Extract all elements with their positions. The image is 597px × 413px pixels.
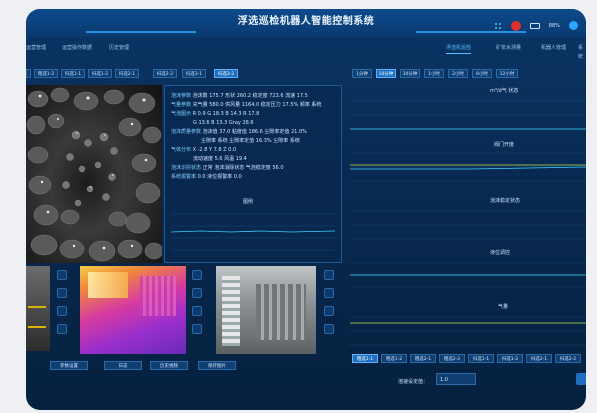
setting-label: 泡速设定值：: [398, 379, 429, 385]
alert-icon[interactable]: [510, 20, 521, 31]
bottom-tab-7[interactable]: 扫选2-2: [555, 354, 581, 363]
nav-tab-robot[interactable]: 机器人管理: [541, 44, 566, 53]
time-tab-1[interactable]: 10分钟: [376, 69, 396, 78]
cam-tab-6[interactable]: 扫选3-2: [214, 69, 238, 78]
plant-camera-view[interactable]: [216, 266, 316, 354]
param-row: 系统报警率 0.0 液位报警率 0.0: [171, 174, 242, 180]
nav-left-0[interactable]: 运营管理: [26, 44, 46, 53]
param-row: G 13.6 B 13.3 Gray 28.6: [193, 120, 254, 126]
camera-icon[interactable]: [192, 306, 202, 316]
confirm-button[interactable]: [576, 373, 586, 385]
time-tab-5[interactable]: 6小时: [472, 69, 492, 78]
param-row: 泡沫识别状态 正常 泡沫消除状态 气泡稳定度 56.0: [171, 165, 284, 171]
grid-icon[interactable]: [493, 21, 502, 30]
mini-chart-label: 图例: [243, 199, 254, 205]
nav-tab-system[interactable]: 系统: [578, 44, 586, 60]
cam-tab-0[interactable]: 粗选1-2: [34, 69, 58, 78]
record-icon[interactable]: [324, 324, 334, 334]
history-video-button[interactable]: 历史视频: [150, 361, 188, 370]
header-bar: 浮选巡检机器人智能控制系统 88%: [26, 9, 586, 37]
play-icon[interactable]: [192, 270, 202, 280]
bottom-tab-3[interactable]: 粗选2-2: [439, 354, 465, 363]
nav-left-1[interactable]: 运营操作数据: [62, 44, 92, 53]
bottom-tab-1[interactable]: 粗选1-2: [381, 354, 407, 363]
series-blue: [350, 166, 586, 170]
save-image-button[interactable]: 保存图片: [198, 361, 236, 370]
heat-columns: [140, 276, 176, 316]
camera-view-1[interactable]: [26, 266, 50, 351]
nav-tab-inspection[interactable]: 浮选机巡检: [446, 44, 472, 54]
zoom-icon[interactable]: [192, 288, 202, 298]
foam-bubbles: [26, 87, 162, 262]
trend-chart-2: [350, 210, 586, 240]
trend-chart-4: [350, 316, 586, 346]
time-tab-3[interactable]: 1小时: [424, 69, 444, 78]
camera-icon[interactable]: [324, 306, 334, 316]
setting-value: 1.0: [440, 377, 448, 383]
cam-tab-4[interactable]: 扫选2-2: [153, 69, 177, 78]
setting-input[interactable]: 1.0: [436, 373, 476, 385]
param-row: 气泡图示 R 0.9 G 18.3 B 14.3 R 17.8: [171, 111, 260, 117]
chart-title-0: m³/d气 状态: [490, 88, 519, 94]
nav-left-2[interactable]: 历史管理: [109, 44, 129, 53]
status-area: 88%: [490, 15, 578, 34]
cam-tab-1[interactable]: 扫选1-1: [61, 69, 85, 78]
param-rows: 泡沫参数 泡沫数 175.7 形状 260.2 稳定度 723.6 流速 17.…: [171, 92, 321, 182]
cam-tab-2[interactable]: 扫选1-2: [88, 69, 112, 78]
time-tab-6[interactable]: 12小时: [496, 69, 518, 78]
user-icon[interactable]: [569, 21, 578, 30]
play-icon[interactable]: [324, 270, 334, 280]
param-row: 流动速度 5.6 风温 19.4: [193, 156, 247, 162]
cam-tab-5[interactable]: 扫选3-1: [182, 69, 206, 78]
chart-title-2: 泡沫稳定状态: [490, 198, 521, 204]
cam3-side-tools: [318, 266, 342, 351]
nav-tab-slurry[interactable]: 矿浆水测量: [496, 44, 521, 53]
bottom-tab-4[interactable]: 扫选1-1: [468, 354, 494, 363]
play-icon[interactable]: [57, 270, 67, 280]
mini-chart: [171, 213, 335, 251]
time-tab-0[interactable]: 1分钟: [352, 69, 372, 78]
cam1-side-tools: [53, 266, 73, 351]
foam-camera-view[interactable]: [26, 85, 162, 263]
parameter-panel: 泡沫参数 泡沫数 175.7 形状 260.2 稳定度 723.6 流速 17.…: [164, 85, 342, 263]
param-row: 气体分布 X -2.8 Y 7.8 Z 0.0: [171, 147, 237, 153]
record-icon[interactable]: [192, 324, 202, 334]
cam2-side-tools: [188, 266, 208, 351]
time-tab-4[interactable]: 2小时: [448, 69, 468, 78]
thermal-camera-view[interactable]: [80, 266, 186, 354]
record-icon[interactable]: [57, 324, 67, 334]
chart-title-4: 气量: [498, 304, 509, 310]
param-row: 泡沫质量参数 泡沫值 37.0 粘度值 186.6 尘隙率定值 21.0%: [171, 129, 307, 135]
chart-title-3: 液位调控: [490, 250, 511, 256]
rail-stripe: [28, 306, 46, 308]
param-row: 泡沫参数 泡沫数 175.7 形状 260.2 稳定度 723.6 流速 17.…: [171, 93, 308, 99]
params-setting-button[interactable]: 参数设置: [50, 361, 88, 370]
battery-text: 88%: [548, 22, 560, 29]
trend-chart-0: [350, 100, 586, 130]
time-tab-2[interactable]: 30分钟: [400, 69, 420, 78]
hot-zone: [88, 272, 128, 298]
battery-icon: [529, 22, 540, 29]
log-button[interactable]: 日志: [104, 361, 142, 370]
machine-frame: [222, 276, 240, 346]
bottom-tab-0[interactable]: 粗选1-1: [352, 354, 378, 363]
trend-chart-3: [350, 262, 586, 288]
bottom-tab-2[interactable]: 粗选2-1: [410, 354, 436, 363]
trend-chart-1: [350, 152, 586, 182]
machine-body: [256, 284, 306, 340]
param-row: 尘隙率 系统 尘隙率定值 16.3% 尘隙率 系统: [201, 138, 300, 144]
param-row: 气量参数 充气量 580.0 供风量 1164.0 稳定压力 17.5% 频率 …: [171, 102, 322, 108]
cam-tab-prev[interactable]: [26, 69, 31, 78]
bottom-tab-6[interactable]: 扫选2-1: [526, 354, 552, 363]
trend-charts: m³/d气 状态 阀门开度 泡沫稳定状态 液位调控 气量: [350, 85, 586, 353]
app-window: 浮选巡检机器人智能控制系统 88% 运营管理 运营操作数据 历史管理 浮选机巡检…: [26, 9, 586, 410]
header-deco-left: [86, 31, 196, 33]
bottom-tab-5[interactable]: 扫选1-2: [497, 354, 523, 363]
rail-stripe: [28, 326, 46, 328]
page-title: 浮选巡检机器人智能控制系统: [237, 16, 375, 27]
zoom-icon[interactable]: [57, 288, 67, 298]
cam-tab-3[interactable]: 扫选2-1: [115, 69, 139, 78]
camera-icon[interactable]: [57, 306, 67, 316]
zoom-icon[interactable]: [324, 288, 334, 298]
